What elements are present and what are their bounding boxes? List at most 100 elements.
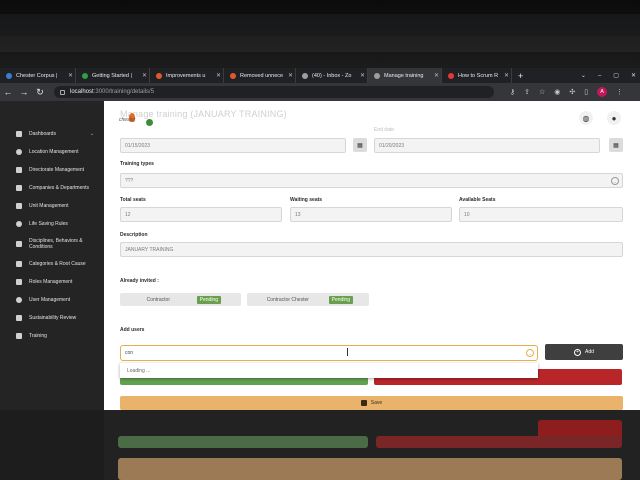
- invited-name: Contractor Chester: [266, 296, 309, 303]
- training-types-select[interactable]: ???: [120, 173, 623, 188]
- favicon-icon: [448, 72, 454, 79]
- sidebar-item-label: Unit Management: [29, 203, 69, 209]
- save-button[interactable]: Save: [120, 396, 623, 410]
- sidebar-item-life-saving[interactable]: Life Saving Rules: [0, 215, 104, 233]
- add-user-button[interactable]: + Add: [545, 344, 623, 360]
- tab-title: Removed unnece: [240, 72, 284, 79]
- back-icon[interactable]: ←: [0, 87, 16, 97]
- sidebar-item-label: Disciplines, Behaviors & Conditions: [29, 238, 83, 250]
- tab-chester-corpus[interactable]: Chester Corpus | ✕: [0, 68, 76, 83]
- side-panel-icon[interactable]: ▯: [584, 88, 588, 96]
- loading-text: Loading ...: [127, 367, 151, 374]
- add-users-search-input[interactable]: con: [120, 345, 538, 361]
- chevron-down-icon[interactable]: ⌄: [90, 131, 94, 137]
- close-icon[interactable]: ✕: [502, 72, 511, 79]
- sidebar-item-label: Companies & Departments: [29, 185, 90, 191]
- dashboard-icon: [16, 131, 22, 137]
- status-badge: Pending: [196, 295, 221, 304]
- training-types-label: Training types: [120, 161, 154, 167]
- url-bar[interactable]: localhost:3000/training/details/5: [54, 86, 494, 98]
- close-icon[interactable]: ✕: [358, 72, 367, 79]
- sidebar-item-roles[interactable]: Roles Management: [0, 273, 104, 291]
- sidebar-item-sustainability[interactable]: Sustainability Review: [0, 309, 104, 327]
- sidebar-item-disciplines[interactable]: Disciplines, Behaviors & Conditions: [0, 233, 104, 255]
- search-value: con: [125, 350, 134, 356]
- puzzle-icon[interactable]: ✣: [569, 88, 575, 96]
- favicon-icon: [6, 72, 12, 79]
- key-icon[interactable]: ⚷: [510, 88, 515, 96]
- end-date-input[interactable]: 01/20/2023: [374, 138, 600, 153]
- sidebar-item-dashboards[interactable]: Dashboards ⌄: [0, 125, 104, 143]
- sidebar-item-training[interactable]: Training: [0, 327, 104, 345]
- start-date-input[interactable]: 01/15/2023: [120, 138, 346, 153]
- training-icon: [16, 333, 22, 339]
- tab-getting-started[interactable]: Getting Started | ✕: [76, 68, 150, 83]
- browser-tab-bar: Chester Corpus | ✕ Getting Started | ✕ I…: [0, 68, 640, 83]
- sidebar-item-categories[interactable]: Categories & Root Cause: [0, 255, 104, 273]
- tab-improvements[interactable]: Improvements u ✕: [150, 68, 224, 83]
- sidebar-item-directorate[interactable]: Directorate Management: [0, 161, 104, 179]
- globe-icon[interactable]: ◍: [579, 111, 593, 125]
- add-users-label: Add users: [120, 327, 145, 333]
- forward-icon[interactable]: →: [16, 87, 32, 97]
- profile-avatar[interactable]: A: [597, 87, 608, 97]
- close-icon[interactable]: ✕: [214, 72, 223, 79]
- users-icon: [16, 297, 22, 303]
- roles-icon: [16, 279, 22, 285]
- description-input[interactable]: JANUARY TRAINING: [120, 242, 623, 257]
- main-content: Manage training (JANUARY TRAINING) chest…: [104, 101, 640, 410]
- minimize-icon[interactable]: –: [598, 73, 601, 79]
- tab-scrum[interactable]: How to Scrum R ✕: [442, 68, 512, 83]
- close-icon[interactable]: ✕: [140, 72, 149, 79]
- menu-dots-icon[interactable]: ⋮: [616, 88, 623, 96]
- waiting-seats-label: Waiting seats: [290, 197, 323, 203]
- tab-inbox[interactable]: (40) - Inbox - Zo ✕: [296, 68, 368, 83]
- sidebar-item-companies[interactable]: Companies & Departments: [0, 179, 104, 197]
- window-controls: ⌄ – ▢ ✕: [581, 68, 636, 83]
- favicon-icon: [82, 72, 88, 79]
- tab-title: Manage training: [384, 72, 424, 79]
- calendar-icon[interactable]: ▦: [609, 138, 623, 152]
- total-seats-input[interactable]: 12: [120, 207, 282, 222]
- chevron-down-icon[interactable]: ⌄: [526, 349, 534, 357]
- sidebar-item-label: Categories & Root Cause: [29, 261, 86, 267]
- chevron-down-icon[interactable]: ⌄: [611, 177, 619, 185]
- invited-chip: Contractor Pending: [120, 293, 241, 306]
- close-icon[interactable]: ✕: [66, 72, 75, 79]
- share-icon[interactable]: ⇪: [524, 88, 530, 96]
- new-tab-button[interactable]: +: [512, 71, 529, 81]
- tab-search-icon[interactable]: ⌄: [581, 72, 586, 79]
- close-icon[interactable]: ✕: [286, 72, 295, 79]
- end-date-ghost-label: End date: [374, 127, 395, 133]
- tab-removed[interactable]: Removed unnece ✕: [224, 68, 296, 83]
- site-info-icon[interactable]: [60, 89, 65, 95]
- browser-toolbar: ← → ↻ localhost:3000/training/details/5 …: [0, 83, 640, 101]
- bookmark-star-icon[interactable]: ☆: [539, 88, 545, 96]
- extension-icon[interactable]: ◉: [554, 88, 560, 96]
- maximize-icon[interactable]: ▢: [613, 72, 619, 79]
- waiting-seats-input[interactable]: 13: [290, 207, 452, 222]
- reload-icon[interactable]: ↻: [32, 87, 48, 98]
- location-pin-icon: [16, 149, 22, 155]
- company-icon: [16, 185, 22, 191]
- user-icon[interactable]: ●: [607, 111, 621, 125]
- total-seats-label: Total seats: [120, 197, 146, 203]
- sidebar-item-location[interactable]: Location Management: [0, 143, 104, 161]
- sidebar-item-unit[interactable]: Unit Management: [0, 197, 104, 215]
- sidebar-item-label: Training: [29, 333, 47, 339]
- available-seats-input[interactable]: 10: [459, 207, 623, 222]
- url-path: :3000/training/details/5: [93, 89, 155, 95]
- close-icon[interactable]: ✕: [432, 72, 441, 79]
- search-dropdown: Loading ...: [120, 363, 538, 378]
- unit-icon: [16, 203, 22, 209]
- available-seats-label: Available Seats: [459, 197, 496, 203]
- window-close-icon[interactable]: ✕: [631, 72, 636, 79]
- page-title-ghost: Manage training (JANUARY TRAINING): [120, 109, 287, 119]
- tag-icon: [16, 261, 22, 267]
- extensions-area: ⚷ ⇪ ☆ ◉ ✣ ▯ A ⋮: [510, 87, 623, 97]
- sidebar-item-users[interactable]: User Management: [0, 291, 104, 309]
- tab-title: Improvements u: [166, 72, 206, 79]
- calendar-icon[interactable]: ▦: [353, 138, 367, 152]
- description-label: Description: [120, 232, 148, 238]
- tab-manage-training[interactable]: Manage training ✕: [368, 68, 442, 83]
